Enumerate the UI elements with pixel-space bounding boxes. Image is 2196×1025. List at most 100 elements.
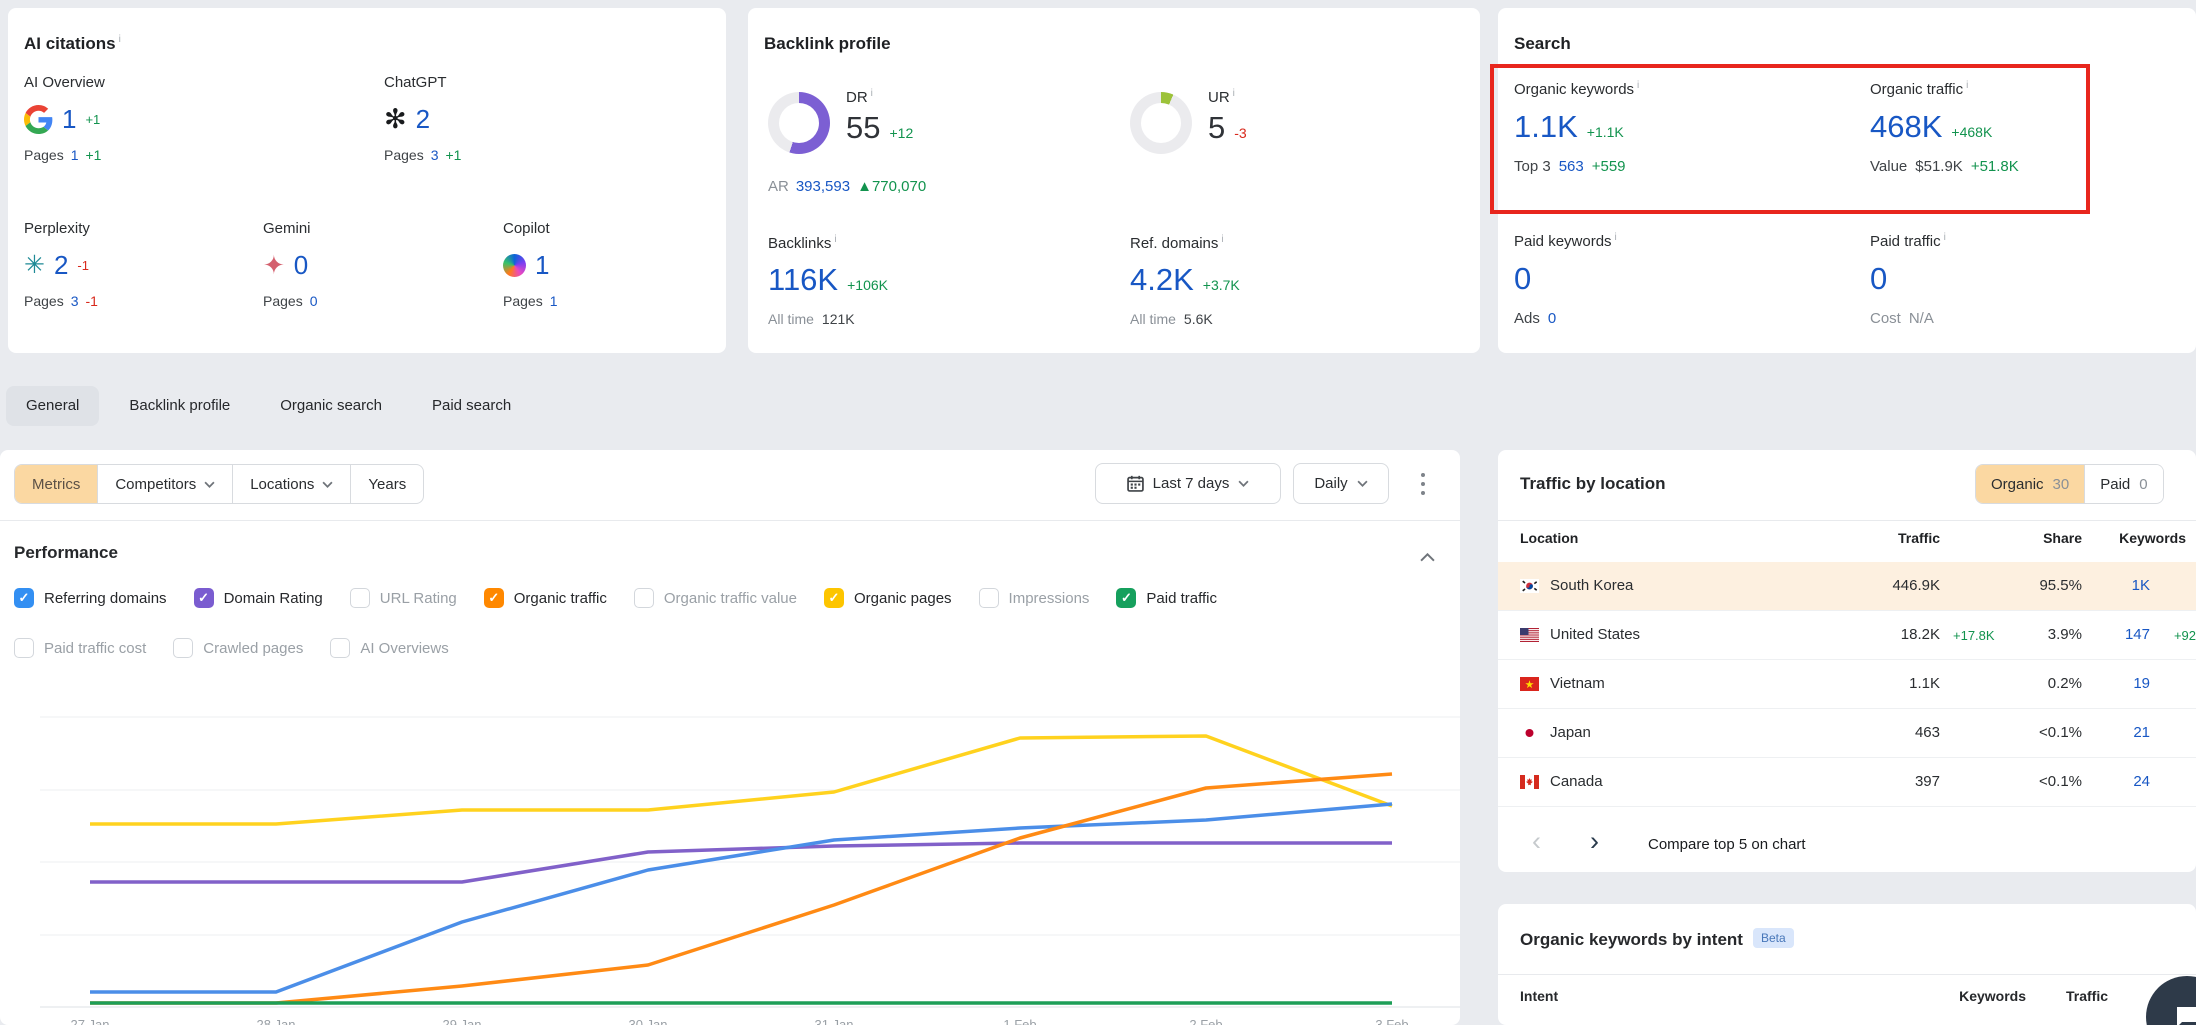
series-line-organic-pages xyxy=(90,736,1392,824)
metric-checkbox-organic-traffic[interactable]: Organic traffic xyxy=(484,588,607,608)
top3-label: Top 3 xyxy=(1514,158,1551,175)
organic-keywords-delta: +1.1K xyxy=(1587,124,1624,140)
citation-count[interactable]: 1 xyxy=(535,250,549,281)
info-icon[interactable]: i xyxy=(1221,234,1223,245)
checkbox-icon[interactable] xyxy=(824,588,844,608)
checkbox-label: Domain Rating xyxy=(224,590,323,607)
dr-value: 55 xyxy=(846,110,880,146)
checkbox-icon[interactable] xyxy=(14,638,34,658)
paid-keywords-value[interactable]: 0 xyxy=(1514,261,1531,297)
pages-count[interactable]: 1 xyxy=(71,147,79,163)
checkbox-icon[interactable] xyxy=(634,588,654,608)
organic-traffic-value[interactable]: 468K xyxy=(1870,109,1942,145)
metric-checkbox-organic-traffic-value[interactable]: Organic traffic value xyxy=(634,588,797,608)
pages-count[interactable]: 1 xyxy=(550,293,558,309)
segment-label: Metrics xyxy=(32,476,80,493)
tab-backlink-profile[interactable]: Backlink profile xyxy=(109,386,250,426)
organic-keywords-value[interactable]: 1.1K xyxy=(1514,109,1578,145)
backlinks-label: Backlinks xyxy=(768,235,831,252)
ref-domains-value[interactable]: 4.2K xyxy=(1130,262,1194,298)
ads-value[interactable]: 0 xyxy=(1548,310,1556,327)
toggle-count: 0 xyxy=(2139,476,2147,493)
top3-value[interactable]: 563 xyxy=(1559,158,1584,175)
metric-checkbox-url-rating[interactable]: URL Rating xyxy=(350,588,457,608)
pages-count[interactable]: 3 xyxy=(71,293,79,309)
info-icon[interactable]: i xyxy=(1637,80,1639,91)
checkbox-label: Organic pages xyxy=(854,590,952,607)
metric-checkbox-organic-pages[interactable]: Organic pages xyxy=(824,588,952,608)
checkbox-icon[interactable] xyxy=(194,588,214,608)
backlinks-value[interactable]: 116K xyxy=(768,262,838,298)
toggle-paid[interactable]: Paid0 xyxy=(2084,465,2162,503)
ar-value[interactable]: 393,593 xyxy=(796,178,850,195)
citation-count[interactable]: 1 xyxy=(62,104,76,135)
table-row-japan[interactable]: Japan 463 <0.1% 21 xyxy=(1498,709,2196,758)
backlink-profile-card: Backlink profile DRi 55 +12 AR 393,593 ▲… xyxy=(748,8,1480,353)
info-icon[interactable]: i xyxy=(1966,80,1968,91)
engine-name: Gemini xyxy=(263,220,493,237)
pagination-prev-icon[interactable]: ‹ xyxy=(1532,826,1541,857)
keywords-link[interactable]: 24 xyxy=(2133,773,2150,790)
tab-organic-search[interactable]: Organic search xyxy=(260,386,402,426)
pages-label: Pages xyxy=(24,147,64,163)
pages-label: Pages xyxy=(384,147,424,163)
metric-checkbox-paid-traffic[interactable]: Paid traffic xyxy=(1116,588,1217,608)
more-options-kebab-icon[interactable] xyxy=(1414,471,1432,497)
ai-citations-card: AI citationsi AI Overview 1 +1 Pages1+1 … xyxy=(8,8,726,353)
traffic-value: 18.2K xyxy=(1901,626,1940,643)
toggle-organic[interactable]: Organic30 xyxy=(1976,465,2084,503)
table-row-vietnam[interactable]: Vietnam 1.1K 0.2% 19 xyxy=(1498,660,2196,709)
metric-checkbox-impressions[interactable]: Impressions xyxy=(979,588,1090,608)
info-icon[interactable]: i xyxy=(1615,232,1617,243)
table-row-canada[interactable]: Canada 397 <0.1% 24 xyxy=(1498,758,2196,807)
backlinks-delta: +106K xyxy=(847,277,888,293)
keywords-link[interactable]: 19 xyxy=(2133,675,2150,692)
info-icon[interactable]: i xyxy=(119,34,121,45)
info-icon[interactable]: i xyxy=(871,88,873,99)
citation-count[interactable]: 2 xyxy=(54,250,68,281)
checkbox-icon[interactable] xyxy=(350,588,370,608)
years-segment[interactable]: Years xyxy=(351,465,423,503)
keywords-link[interactable]: 147 xyxy=(2125,626,2150,643)
paid-traffic-value[interactable]: 0 xyxy=(1870,261,1887,297)
copilot-icon xyxy=(503,254,526,277)
info-icon[interactable]: i xyxy=(834,234,836,245)
checkbox-icon[interactable] xyxy=(979,588,999,608)
search-card: Search Organic keywordsi 1.1K +1.1K Top … xyxy=(1498,8,2196,353)
location-name: Vietnam xyxy=(1550,675,1605,692)
collapse-chevron-icon[interactable] xyxy=(1420,549,1435,567)
value-label: Value xyxy=(1870,158,1907,175)
checkbox-icon[interactable] xyxy=(1116,588,1136,608)
citation-count[interactable]: 0 xyxy=(294,250,308,281)
date-range-picker[interactable]: Last 7 days xyxy=(1095,463,1281,504)
checkbox-icon[interactable] xyxy=(484,588,504,608)
tab-paid-search[interactable]: Paid search xyxy=(412,386,531,426)
performance-chart[interactable]: 27 Jan28 Jan29 Jan30 Jan31 Jan1 Feb2 Feb… xyxy=(40,630,1460,1025)
metric-checkbox-referring-domains[interactable]: Referring domains xyxy=(14,588,167,608)
citation-count[interactable]: 2 xyxy=(416,104,430,135)
checkbox-icon[interactable] xyxy=(14,588,34,608)
ref-domains-block: Ref. domainsi 4.2K +3.7K All time5.6K xyxy=(1130,234,1430,327)
competitors-segment[interactable]: Competitors xyxy=(98,465,233,503)
ur-delta: -3 xyxy=(1234,125,1246,141)
info-icon[interactable]: i xyxy=(1233,88,1235,99)
info-icon[interactable]: i xyxy=(1944,232,1946,243)
south-korea-flag-icon xyxy=(1520,579,1539,593)
pages-count[interactable]: 0 xyxy=(310,293,318,309)
metric-checkbox-domain-rating[interactable]: Domain Rating xyxy=(194,588,323,608)
tab-general[interactable]: General xyxy=(6,386,99,426)
table-row-south-korea[interactable]: South Korea 446.9K 95.5% 1K xyxy=(1498,562,2196,611)
location-name: Japan xyxy=(1550,724,1591,741)
locations-segment[interactable]: Locations xyxy=(233,465,351,503)
table-row-united-states[interactable]: United States 18.2K +17.8K 3.9% 147 +92 xyxy=(1498,611,2196,660)
ref-domains-delta: +3.7K xyxy=(1203,277,1240,293)
date-range-value: Last 7 days xyxy=(1153,475,1230,492)
keywords-link[interactable]: 21 xyxy=(2133,724,2150,741)
granularity-select[interactable]: Daily xyxy=(1293,463,1389,504)
compare-top5-link[interactable]: Compare top 5 on chart xyxy=(1648,836,1806,853)
pagination-next-icon[interactable]: › xyxy=(1590,826,1599,857)
pages-count[interactable]: 3 xyxy=(431,147,439,163)
keywords-link[interactable]: 1K xyxy=(2132,577,2150,594)
organic-paid-toggle: Organic30 Paid0 xyxy=(1975,464,2164,504)
metrics-segment[interactable]: Metrics xyxy=(15,465,98,503)
